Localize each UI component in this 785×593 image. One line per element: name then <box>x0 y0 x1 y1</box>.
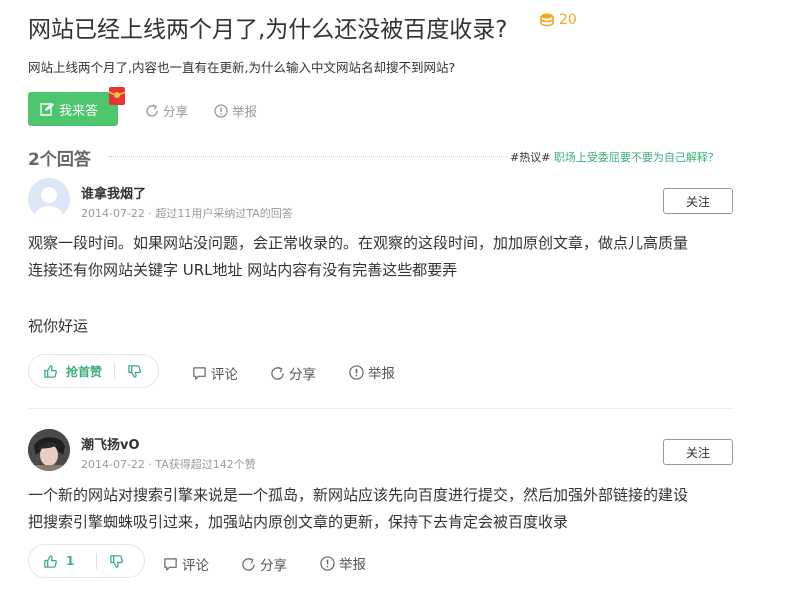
answer-button-label: 我来答 <box>59 103 99 119</box>
follow-button[interactable]: 关注 <box>663 439 733 465</box>
share-icon <box>146 103 158 117</box>
vote-label[interactable]: 抢首赞 <box>66 363 102 380</box>
report-button[interactable]: 举报 <box>320 553 366 573</box>
question-title: 网站已经上线两个月了,为什么还没被百度收录? <box>28 17 508 43</box>
answer-text-line: 连接还有你网站关键字 URL地址 网站内容有没有完善这些都要弄 <box>28 261 458 279</box>
report-icon <box>214 103 228 118</box>
vote-count: 1 <box>66 554 75 568</box>
report-icon <box>349 364 364 380</box>
comment-icon <box>193 366 206 380</box>
answer-content: 一个新的网站对搜索引擎来说是一个孤岛，新网站应该先向百度进行提交，然后加强外部链… <box>28 482 748 536</box>
thumbs-down-icon[interactable] <box>109 554 124 569</box>
comment-label: 评论 <box>182 558 209 574</box>
red-packet-icon <box>108 87 126 105</box>
comment-button[interactable]: 评论 <box>192 363 238 383</box>
answer-count: 2个回答 <box>28 150 91 170</box>
answer-username[interactable]: 谁拿我烟了 <box>81 183 146 202</box>
answer-content: 观察一段时间。如果网站没问题，会正常收录的。在观察的这段时间，加加原创文章，做点… <box>28 230 748 340</box>
comment-button[interactable]: 评论 <box>163 554 209 574</box>
vote-box: 抢首赞 <box>28 354 159 388</box>
report-label: 举报 <box>368 366 395 382</box>
answer-meta: 2014-07-22 · 超过11用户采纳过TA的回答 <box>81 207 293 220</box>
thumbs-up-icon[interactable] <box>43 554 58 569</box>
question-report-label: 举报 <box>232 104 258 119</box>
reward-badge: 20 <box>539 12 577 28</box>
hot-topic-tag: #热议# <box>510 151 551 164</box>
answer-text-line: 把搜索引擎蜘蛛吸引过来，加强站内原创文章的更新，保持下去肯定会被百度收录 <box>28 513 569 531</box>
share-button[interactable]: 分享 <box>270 363 316 383</box>
vote-separator <box>96 553 98 569</box>
answer-text-line: 一个新的网站对搜索引擎来说是一个孤岛，新网站应该先向百度进行提交，然后加强外部链… <box>28 486 689 504</box>
answer-text-line: 观察一段时间。如果网站没问题，会正常收录的。在观察的这段时间，加加原创文章，做点… <box>28 234 689 252</box>
report-icon <box>320 555 335 571</box>
answer-username[interactable]: 潮飞扬vO <box>81 434 140 453</box>
answer-button[interactable]: 我来答 <box>28 92 118 126</box>
user-photo-avatar <box>28 429 70 471</box>
share-label: 分享 <box>260 558 287 574</box>
share-button[interactable]: 分享 <box>241 554 287 574</box>
share-icon <box>271 366 284 380</box>
reward-amount: 20 <box>559 12 577 28</box>
answer-divider <box>28 408 733 409</box>
coin-stack-icon <box>540 13 554 27</box>
default-avatar-icon <box>28 178 70 220</box>
follow-button[interactable]: 关注 <box>663 188 733 214</box>
avatar[interactable] <box>28 178 70 220</box>
answer-text-line: 祝你好运 <box>28 317 89 335</box>
question-report-button[interactable]: 举报 <box>214 101 257 120</box>
divider <box>108 156 508 157</box>
vote-separator <box>114 363 116 379</box>
report-label: 举报 <box>339 557 366 573</box>
thumbs-up-icon[interactable] <box>43 364 58 379</box>
hot-topic-link[interactable]: #热议# 职场上受委屈要不要为自己解释？ <box>510 149 719 165</box>
share-label: 分享 <box>289 367 316 383</box>
report-button[interactable]: 举报 <box>349 362 395 382</box>
question-share-button[interactable]: 分享 <box>145 101 188 120</box>
comment-icon <box>164 557 177 571</box>
thumbs-down-icon[interactable] <box>127 364 142 379</box>
comment-label: 评论 <box>211 367 238 383</box>
vote-box: 1 <box>28 544 145 578</box>
answer-meta: 2014-07-22 · TA获得超过142个赞 <box>81 458 256 471</box>
hot-topic-text: 职场上受委屈要不要为自己解释？ <box>553 151 719 164</box>
avatar[interactable] <box>28 429 70 471</box>
edit-icon <box>40 103 54 116</box>
question-share-label: 分享 <box>163 104 189 119</box>
share-icon <box>242 557 255 571</box>
question-description: 网站上线两个月了,内容也一直有在更新,为什么输入中文网站名却搜不到网站? <box>28 60 456 75</box>
